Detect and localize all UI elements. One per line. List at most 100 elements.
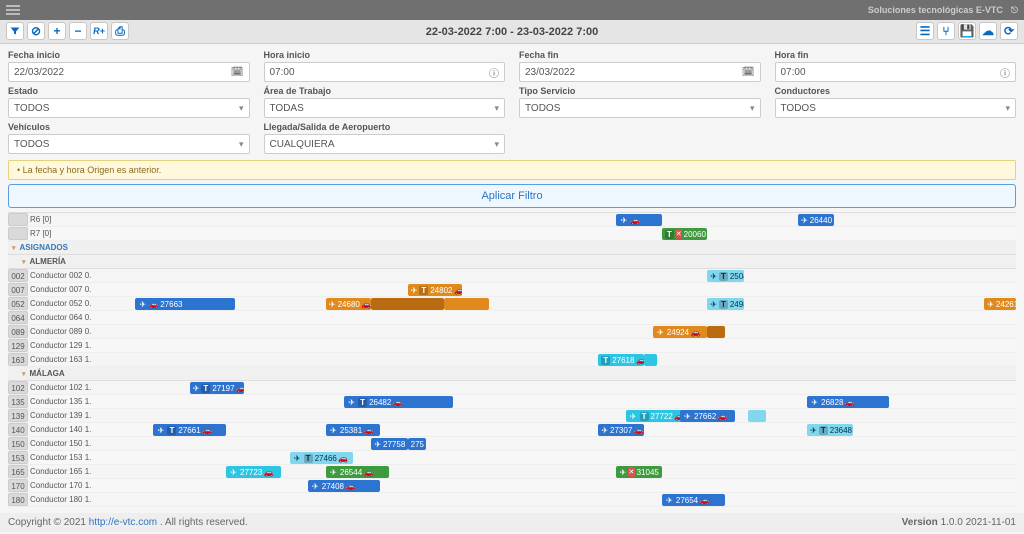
filter-icon[interactable] <box>6 22 24 40</box>
gantt-bar[interactable]: ✈26440 <box>798 214 834 226</box>
gantt-bar[interactable] <box>371 298 444 310</box>
input-hora-inicio[interactable]: 07:00 <box>264 62 506 82</box>
gantt-bar[interactable]: ✈T26482🚗 <box>344 396 453 408</box>
car-icon: 🚗 <box>636 356 643 365</box>
gantt-bar[interactable]: ✈27654🚗 <box>662 494 726 506</box>
gantt-bar[interactable]: ✈🚗 <box>616 214 661 226</box>
gantt-bar[interactable]: ✈T23648 <box>807 424 852 436</box>
gantt-bar[interactable]: ✈🚗27663 <box>135 298 235 310</box>
gantt-bar[interactable] <box>707 326 725 338</box>
plane-icon: ✈ <box>619 468 626 477</box>
gantt-bar[interactable]: ✈T24802🚗 <box>408 284 462 296</box>
group-region[interactable]: ▾ALMERÍA <box>8 255 1016 269</box>
plane-icon: ✈ <box>810 426 817 435</box>
gantt-bar[interactable]: T27618🚗 <box>598 354 643 366</box>
gantt-row: 002Conductor 002 0.✈T25046 <box>8 269 1016 283</box>
row-name: Conductor 153 1. <box>30 453 108 462</box>
t-icon: T <box>819 426 828 435</box>
gantt-bar[interactable]: 275 <box>408 438 426 450</box>
row-name: Conductor 064 0. <box>30 313 108 322</box>
row-lane: ✈T27661🚗✈25381🚗✈27307🚗✈T23648 <box>108 424 1016 435</box>
row-name: R6 [0] <box>30 215 108 224</box>
bar-id: 26544 <box>340 468 362 477</box>
gantt-bar[interactable]: ✈27662🚗 <box>680 410 734 422</box>
save-icon[interactable]: 💾 <box>958 22 976 40</box>
group-region[interactable]: ▾MÁLAGA <box>8 367 1016 381</box>
apply-filter-button[interactable]: Aplicar Filtro <box>8 184 1016 208</box>
car-icon: 🚗 <box>634 426 643 435</box>
rplus-icon[interactable]: R+ <box>90 22 108 40</box>
footer-link[interactable]: http://e-vtc.com <box>89 517 157 528</box>
bar-id: 24985 <box>730 300 744 309</box>
gantt-bar[interactable]: ✈T24985 <box>707 298 743 310</box>
gantt-bar[interactable]: ✈T25046 <box>707 270 743 282</box>
car-icon: 🚗 <box>339 454 348 463</box>
branch-icon[interactable]: ⑂ <box>937 22 955 40</box>
print-icon[interactable]: ⎙ <box>111 22 129 40</box>
gantt-bar[interactable]: ✈27723🚗 <box>226 466 280 478</box>
select-area[interactable]: TODAS <box>264 98 506 118</box>
plus-icon[interactable]: + <box>48 22 66 40</box>
gantt-bar[interactable]: ✈24261 <box>984 298 1016 310</box>
forbid-icon[interactable]: ⊘ <box>27 22 45 40</box>
input-hora-fin[interactable]: 07:00 <box>775 62 1017 82</box>
input-fecha-fin[interactable]: 23/03/2022 <box>519 62 761 82</box>
bar-id: 27466 <box>315 454 337 463</box>
gantt-bar[interactable]: ✈T27197🚗 <box>190 382 244 394</box>
gantt-bar[interactable]: ✈26544🚗 <box>326 466 390 478</box>
row-name: Conductor 163 1. <box>30 355 108 364</box>
group-asignados[interactable]: ▾ASIGNADOS <box>8 241 1016 255</box>
gantt-bar[interactable] <box>644 354 658 366</box>
gantt-row: 180Conductor 180 1.✈27654🚗 <box>8 493 1016 507</box>
gantt-row: R7 [0]T✕20060 <box>8 227 1016 241</box>
minus-icon[interactable]: − <box>69 22 87 40</box>
gantt-bar[interactable]: T✕20060 <box>662 228 707 240</box>
bar-id: 27723 <box>240 468 262 477</box>
car-icon: 🚗 <box>700 496 709 505</box>
row-lane: ✈T27466🚗 <box>108 452 1016 463</box>
logout-icon[interactable]: ⎋ <box>1011 5 1018 16</box>
gantt-bar[interactable]: ✈24924🚗 <box>653 326 707 338</box>
t-icon: T <box>719 300 728 309</box>
gantt-bar[interactable]: ✈✕31045 <box>616 466 661 478</box>
row-lane: ✈27723🚗✈26544🚗✈✕31045 <box>108 466 1016 477</box>
select-conductores[interactable]: TODOS <box>775 98 1017 118</box>
bar-id: 25046 <box>730 272 744 281</box>
refresh-icon[interactable]: ⟳ <box>1000 22 1018 40</box>
select-tipo[interactable]: TODOS <box>519 98 761 118</box>
bar-id: 31045 <box>637 468 659 477</box>
row-id: 064 <box>8 311 28 324</box>
gantt-bar[interactable]: ✈27408🚗 <box>308 480 381 492</box>
gantt-bar[interactable]: ✈27758 <box>371 438 407 450</box>
select-aeropuerto[interactable]: CUALQUIERA <box>264 134 506 154</box>
row-lane: ✈🚗27663✈24680🚗✈T24985✈24261 <box>108 298 1016 309</box>
brand-text: Soluciones tecnológicas E-VTC <box>868 5 1003 15</box>
car-icon: 🚗 <box>364 468 373 477</box>
version-value: 1.0.0 2021-11-01 <box>941 517 1016 528</box>
car-icon: 🚗 <box>364 426 373 435</box>
row-name: Conductor 052 0. <box>30 299 108 308</box>
plane-icon: ✈ <box>619 216 628 225</box>
bar-id: 25381 <box>340 426 362 435</box>
gantt-bar[interactable] <box>748 410 766 422</box>
gantt-bar[interactable]: ✈T27661🚗 <box>153 424 226 436</box>
select-estado[interactable]: TODOS <box>8 98 250 118</box>
gantt-bar[interactable]: ✈25381🚗 <box>326 424 380 436</box>
gantt-bar[interactable]: ✈26828🚗 <box>807 396 889 408</box>
cloud-icon[interactable]: ☁ <box>979 22 997 40</box>
gantt-bar[interactable]: ✈T27466🚗 <box>290 452 354 464</box>
version-label: Version <box>902 517 938 528</box>
gantt-bar[interactable]: ✈27307🚗 <box>598 424 643 436</box>
list-icon[interactable]: ☰ <box>916 22 934 40</box>
select-vehiculos[interactable]: TODOS <box>8 134 250 154</box>
row-name: Conductor 102 1. <box>30 383 108 392</box>
gantt-bar[interactable] <box>444 298 489 310</box>
menu-icon[interactable] <box>6 5 20 15</box>
input-fecha-inicio[interactable]: 22/03/2022 <box>8 62 250 82</box>
bar-id: 26440 <box>810 216 832 225</box>
bar-id: 26828 <box>821 398 843 407</box>
plane-icon: ✈ <box>138 300 147 309</box>
bar-id: 27663 <box>160 300 182 309</box>
gantt-bar[interactable]: ✈24680🚗 <box>326 298 371 310</box>
plane-icon: ✈ <box>347 398 356 407</box>
